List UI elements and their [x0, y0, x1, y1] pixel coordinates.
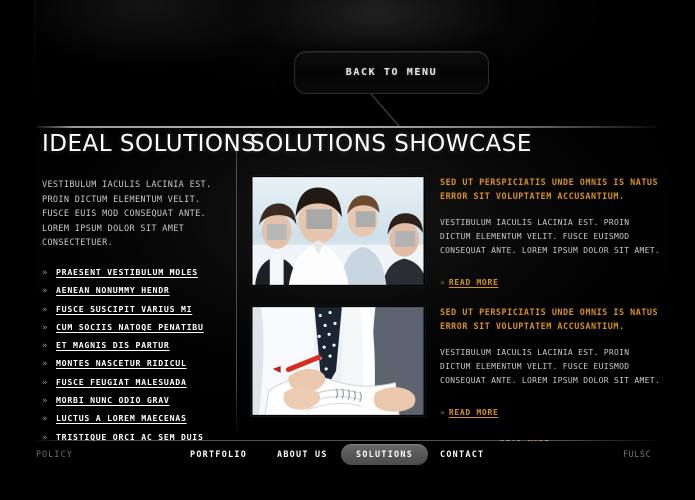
solutions-link-list: » PRAESENT VESTIBULUM MOLES » AENEAN NON… [42, 267, 228, 443]
read-more-link[interactable]: » READ MORE [440, 278, 498, 287]
list-item-label: MORBI NUNC ODIO GRAV [56, 395, 170, 406]
bottom-nav: POLICY PORTFOLIO ABOUT US SOLUTIONS CONT… [0, 441, 695, 500]
chevron-right-icon: » [42, 286, 48, 297]
business-team-photo[interactable] [250, 175, 426, 287]
background-edge-highlight [33, 0, 36, 126]
right-column-title: SOLUTIONS SHOWCASE [250, 131, 532, 157]
connector-line [371, 94, 400, 127]
chevron-right-icon: » [42, 267, 48, 278]
back-to-menu-button[interactable]: BACK TO MENU [294, 51, 489, 94]
article-copy: VESTIBULUM IACULIS LACINIA EST. PROIN DI… [440, 348, 661, 385]
read-more-label: READ MORE [448, 408, 499, 417]
list-item[interactable]: » LUCTUS A LOREM MAECENAS [42, 413, 228, 424]
chevron-right-icon: » [42, 414, 48, 425]
list-item-label: FUSCE FEUGIAT MALESUADA [56, 376, 187, 387]
article-copy: VESTIBULUM IACULIS LACINIA EST. PROIN DI… [440, 218, 661, 255]
read-more-link[interactable]: » READ MORE [440, 408, 498, 417]
chevron-right-icon: » [440, 408, 445, 417]
article-title: SED UT PERSPICIATIS UNDE OMNIS IS NATUS … [440, 177, 659, 201]
list-item[interactable]: » PRAESENT VESTIBULUM MOLES [42, 267, 228, 278]
list-item[interactable]: » CUM SOCIIS NATOQE PENATIBU [42, 322, 228, 333]
chevron-right-icon: » [42, 396, 48, 407]
list-item[interactable]: » FUSCE SUSCIPIT VARIUS MI [42, 304, 228, 315]
nav-item-policy[interactable]: POLICY [36, 449, 73, 459]
nav-item-contact[interactable]: CONTACT [440, 449, 484, 459]
top-divider [36, 126, 657, 128]
list-item[interactable]: » ET MAGNIS DIS PARTUR [42, 340, 228, 351]
list-item-label: AENEAN NONUMMY HENDR [56, 285, 170, 296]
read-more-label: READ MORE [448, 278, 499, 287]
list-item[interactable]: » AENEAN NONUMMY HENDR [42, 285, 228, 296]
chevron-right-icon: » [440, 278, 445, 287]
content-area: IDEAL SOLUTIONS VESTIBULUM IACULIS LACIN… [0, 131, 695, 449]
nav-item-fullscreen[interactable]: Fulsc [623, 449, 651, 459]
list-item-label: MONTES NASCETUR RIDICUL [56, 358, 187, 369]
list-item-label: PRAESENT VESTIBULUM MOLES [56, 266, 198, 277]
chevron-right-icon: » [42, 304, 48, 315]
document-review-photo[interactable] [250, 305, 426, 417]
nav-item-solutions[interactable]: SOLUTIONS [341, 444, 429, 465]
list-item[interactable]: » FUSCE FEUGIAT MALESUADA [42, 377, 228, 388]
left-column-title: IDEAL SOLUTIONS [42, 131, 257, 157]
nav-item-portfolio[interactable]: PORTFOLIO [190, 449, 247, 459]
list-item-label: ET MAGNIS DIS PARTUR [56, 340, 170, 351]
back-to-menu-label: BACK TO MENU [345, 67, 438, 78]
chevron-right-icon: » [42, 359, 48, 370]
chevron-right-icon: » [42, 377, 48, 388]
left-column-intro: VESTIBULUM IACULIS LACINIA EST. PROIN DI… [42, 180, 212, 249]
list-item-label: FUSCE SUSCIPIT VARIUS MI [56, 303, 193, 314]
showcase-article: SED UT PERSPICIATIS UNDE OMNIS IS NATUS … [250, 175, 662, 289]
article-body: SED UT PERSPICIATIS UNDE OMNIS IS NATUS … [440, 305, 662, 419]
list-item-label: LUCTUS A LOREM MAECENAS [56, 413, 187, 424]
page-root: BACK TO MENU IDEAL SOLUTIONS VESTIBULUM … [0, 0, 695, 500]
chevron-right-icon: » [42, 341, 48, 352]
left-column: IDEAL SOLUTIONS VESTIBULUM IACULIS LACIN… [42, 131, 257, 450]
list-item[interactable]: » MORBI NUNC ODIO GRAV [42, 395, 228, 406]
chevron-right-icon: » [42, 322, 48, 333]
list-item[interactable]: » MONTES NASCETUR RIDICUL [42, 358, 228, 369]
right-column: SOLUTIONS SHOWCASE SED UT PERSPICIATIS U… [250, 131, 662, 448]
article-body: SED UT PERSPICIATIS UNDE OMNIS IS NATUS … [440, 175, 662, 289]
nav-item-about-us[interactable]: ABOUT US [277, 449, 328, 459]
article-title: SED UT PERSPICIATIS UNDE OMNIS IS NATUS … [440, 307, 659, 331]
list-item-label: CUM SOCIIS NATOQE PENATIBU [56, 321, 204, 332]
showcase-article: SED UT PERSPICIATIS UNDE OMNIS IS NATUS … [250, 305, 662, 419]
column-divider [236, 136, 237, 436]
